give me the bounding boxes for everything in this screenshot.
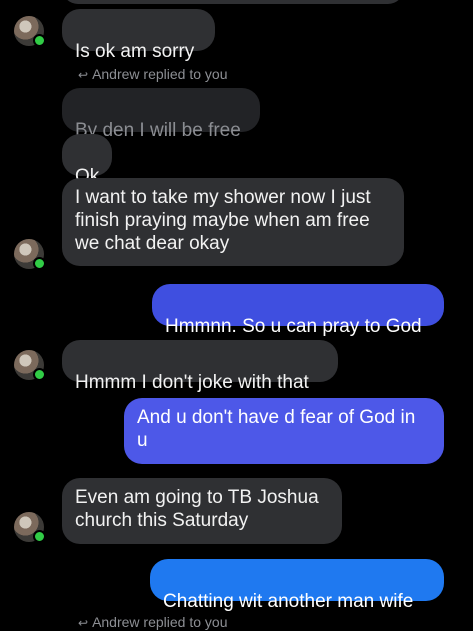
message-bubble[interactable]: I want to take my shower now I just fini… bbox=[62, 178, 404, 266]
online-status-icon bbox=[33, 530, 46, 543]
message-text: Is ok am sorry bbox=[75, 41, 195, 62]
online-status-icon bbox=[33, 368, 46, 381]
contact-avatar[interactable] bbox=[14, 239, 46, 270]
reply-arrow-icon: ↩ bbox=[78, 68, 89, 82]
message-text: I want to take my shower now I just fini… bbox=[75, 187, 371, 254]
reply-indicator: ↩ Andrew replied to you bbox=[78, 66, 227, 83]
message-text: Hmmnn. So u can pray to God bbox=[165, 316, 422, 337]
sent-message-bubble[interactable]: Hmmnn. So u can pray to God bbox=[152, 284, 444, 337]
message-bubble[interactable]: Ok bbox=[62, 134, 112, 187]
reply-label: Andrew replied to you bbox=[92, 66, 228, 82]
partial-message-bubble[interactable] bbox=[62, 0, 404, 4]
reply-arrow-icon: ↩ bbox=[78, 616, 89, 630]
sent-message-bubble[interactable]: Chatting wit another man wife bbox=[150, 559, 444, 612]
message-bubble[interactable]: Is ok am sorry bbox=[62, 9, 215, 62]
reply-indicator: ↩ Andrew replied to you bbox=[78, 614, 227, 631]
message-text: Even am going to TB Joshua church this S… bbox=[75, 487, 319, 531]
message-text: Chatting wit another man wife bbox=[163, 591, 414, 612]
message-text: And u don't have d fear of God in u bbox=[137, 407, 416, 451]
message-bubble[interactable]: Hmmm I don't joke with that bbox=[62, 340, 338, 393]
contact-avatar[interactable] bbox=[14, 16, 46, 47]
reply-label: Andrew replied to you bbox=[92, 614, 228, 630]
online-status-icon bbox=[33, 257, 46, 270]
quoted-message-bubble[interactable]: By den I will be free bbox=[62, 88, 260, 141]
message-bubble[interactable]: Even am going to TB Joshua church this S… bbox=[62, 478, 342, 544]
online-status-icon bbox=[33, 34, 46, 47]
contact-avatar[interactable] bbox=[14, 512, 46, 543]
sent-message-bubble[interactable]: And u don't have d fear of God in u bbox=[124, 398, 444, 464]
message-text: Hmmm I don't joke with that bbox=[75, 372, 309, 393]
contact-avatar[interactable] bbox=[14, 350, 46, 381]
